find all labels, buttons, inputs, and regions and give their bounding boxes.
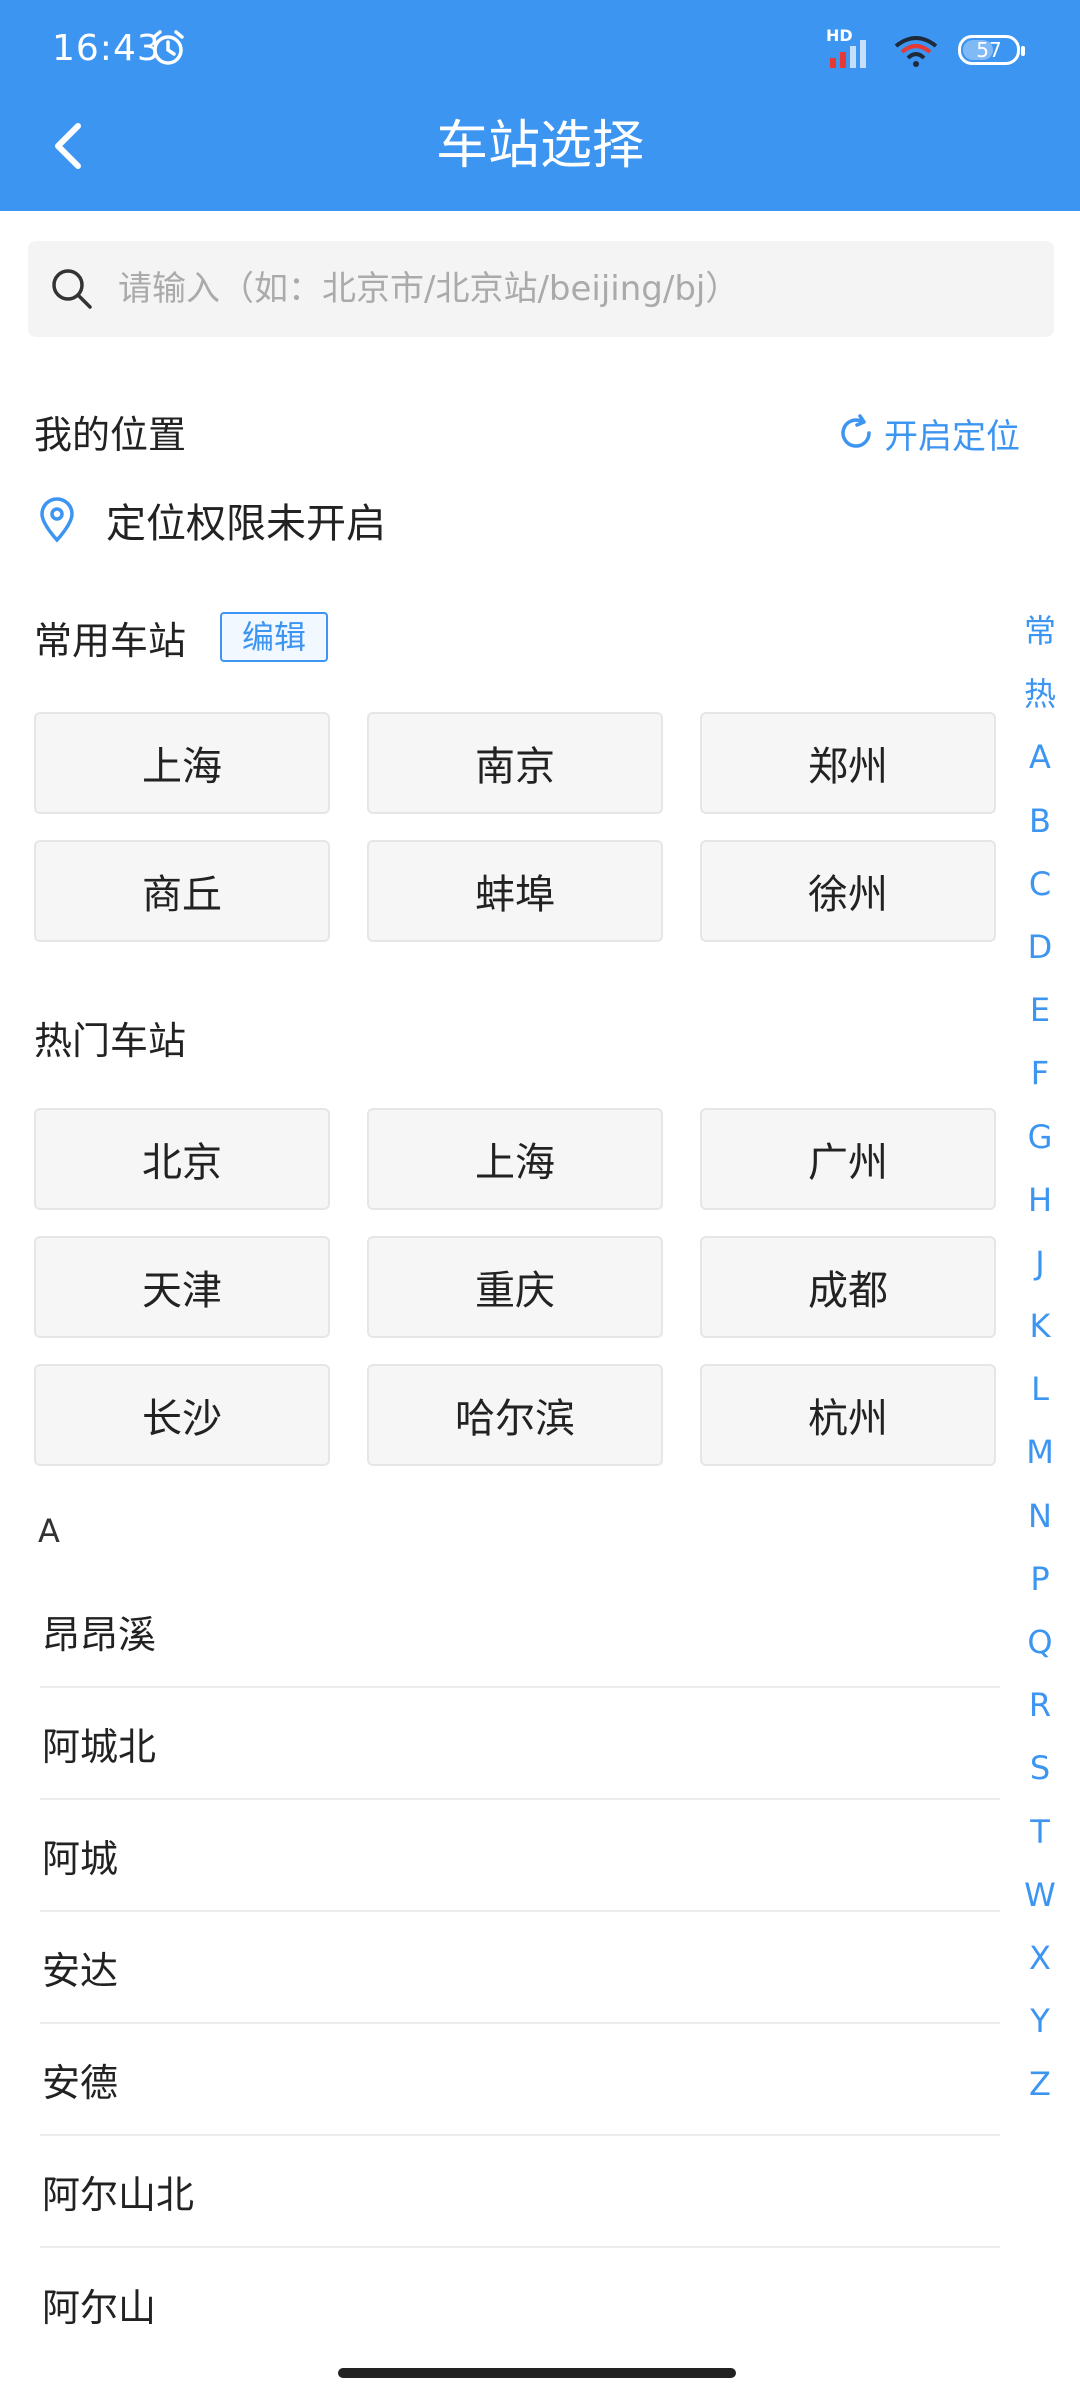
edit-frequent-button[interactable]: 编辑	[220, 612, 328, 662]
station-list-item[interactable]: 阿城北	[40, 1688, 1000, 1800]
frequent-stations-title: 常用车站	[34, 619, 187, 663]
battery-icon: 57	[958, 35, 1025, 65]
alphabet-index-item[interactable]: Q	[1010, 1611, 1070, 1674]
alphabet-index-item[interactable]: J	[1010, 1232, 1070, 1295]
search-icon	[52, 269, 92, 309]
location-pin-icon	[40, 497, 74, 543]
alphabet-index-item[interactable]: D	[1010, 916, 1070, 979]
home-indicator[interactable]	[338, 2368, 736, 2378]
station-list-item[interactable]: 昂昂溪	[40, 1576, 1000, 1688]
frequent-station-button[interactable]: 徐州	[700, 840, 996, 942]
hot-station-button[interactable]: 北京	[34, 1108, 330, 1210]
frequent-stations-grid: 上海 南京 郑州 商丘 蚌埠 徐州	[34, 712, 1000, 942]
alphabet-index-item[interactable]: F	[1010, 1042, 1070, 1105]
letter-section-header: A	[38, 1512, 60, 1550]
alphabet-index-item[interactable]: R	[1010, 1674, 1070, 1737]
page-title: 车站选择	[435, 116, 644, 176]
hot-station-button[interactable]: 杭州	[700, 1364, 996, 1466]
frequent-station-button[interactable]: 蚌埠	[367, 840, 663, 942]
hot-station-button[interactable]: 成都	[700, 1236, 996, 1338]
station-list-item[interactable]: 安德	[40, 2024, 1000, 2136]
hot-station-button[interactable]: 重庆	[367, 1236, 663, 1338]
alphabet-index-item[interactable]: M	[1010, 1421, 1070, 1484]
alphabet-index-item[interactable]: Z	[1010, 2053, 1070, 2116]
location-status-row: 定位权限未开启	[36, 490, 386, 550]
status-time: 16:43	[52, 28, 161, 69]
hot-station-button[interactable]: 广州	[700, 1108, 996, 1210]
alarm-icon	[152, 30, 184, 65]
alphabet-index-item[interactable]: G	[1010, 1106, 1070, 1169]
refresh-icon	[841, 414, 871, 448]
cellular-signal-icon: HD	[826, 26, 874, 70]
enable-location-button[interactable]: 开启定位	[836, 405, 1020, 461]
hot-station-button[interactable]: 哈尔滨	[367, 1364, 663, 1466]
alphabet-index-item[interactable]: A	[1010, 726, 1070, 789]
alphabet-index: 常 热 A B C D E F G H J K L M N P Q R S T …	[1010, 600, 1070, 2117]
hot-station-button[interactable]: 长沙	[34, 1364, 330, 1466]
alphabet-index-item[interactable]: H	[1010, 1169, 1070, 1232]
hot-stations-title: 热门车站	[34, 1019, 187, 1063]
alphabet-index-item[interactable]: B	[1010, 790, 1070, 853]
alphabet-index-item[interactable]: T	[1010, 1801, 1070, 1864]
frequent-station-button[interactable]: 上海	[34, 712, 330, 814]
hot-stations-grid: 北京 上海 广州 天津 重庆 成都 长沙 哈尔滨 杭州	[34, 1108, 1000, 1466]
wifi-icon	[894, 36, 938, 67]
station-list-item[interactable]: 安达	[40, 1912, 1000, 2024]
station-list-item[interactable]: 阿尔山	[40, 2248, 1000, 2360]
enable-location-label: 开启定位	[884, 416, 1020, 457]
alphabet-index-item[interactable]: N	[1010, 1485, 1070, 1548]
station-list-item[interactable]: 阿尔山北	[40, 2136, 1000, 2248]
alphabet-index-item[interactable]: X	[1010, 1927, 1070, 1990]
location-status-text: 定位权限未开启	[106, 501, 386, 547]
frequent-station-button[interactable]: 南京	[367, 712, 663, 814]
status-icons: HD 57	[826, 26, 1025, 72]
alphabet-index-item[interactable]: L	[1010, 1358, 1070, 1421]
status-bar: 16:43 HD 57	[0, 0, 1080, 96]
app-header: 16:43 HD 57 车站选择	[0, 0, 1080, 211]
alphabet-index-item[interactable]: W	[1010, 1864, 1070, 1927]
frequent-station-button[interactable]: 商丘	[34, 840, 330, 942]
hot-station-button[interactable]: 天津	[34, 1236, 330, 1338]
alphabet-index-item[interactable]: Y	[1010, 1990, 1070, 2053]
my-location-title: 我的位置	[34, 413, 187, 457]
search-input[interactable]	[116, 241, 1036, 337]
alphabet-index-item[interactable]: K	[1010, 1295, 1070, 1358]
search-box[interactable]	[28, 241, 1054, 337]
battery-level: 57	[976, 38, 1002, 62]
frequent-station-button[interactable]: 郑州	[700, 712, 996, 814]
alphabet-index-item[interactable]: 热	[1010, 663, 1070, 726]
alphabet-index-item[interactable]: S	[1010, 1737, 1070, 1800]
station-list: 昂昂溪 阿城北 阿城 安达 安德 阿尔山北 阿尔山	[40, 1576, 1000, 2360]
alphabet-index-item[interactable]: E	[1010, 979, 1070, 1042]
alphabet-index-item[interactable]: C	[1010, 853, 1070, 916]
alphabet-index-item[interactable]: 常	[1010, 600, 1070, 663]
alphabet-index-item[interactable]: P	[1010, 1548, 1070, 1611]
hot-station-button[interactable]: 上海	[367, 1108, 663, 1210]
station-list-item[interactable]: 阿城	[40, 1800, 1000, 1912]
